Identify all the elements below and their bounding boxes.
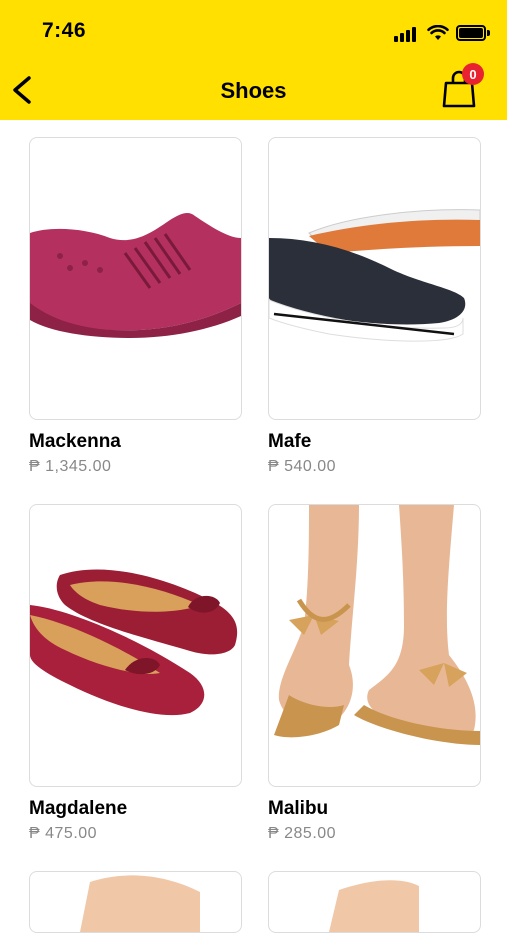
cart-count-badge: 0 <box>462 63 484 85</box>
product-card-magdalene[interactable] <box>29 504 242 787</box>
signal-icon <box>394 26 418 42</box>
product-image <box>274 505 480 745</box>
product-name[interactable]: Mackenna <box>29 431 121 453</box>
status-time: 7:46 <box>42 19 87 42</box>
product-image <box>329 880 419 932</box>
product-name[interactable]: Magdalene <box>29 798 127 820</box>
product-image <box>80 875 200 932</box>
battery-icon <box>456 25 490 41</box>
product-card-partial[interactable] <box>268 871 481 933</box>
product-price: ₱ 540.00 <box>268 458 337 475</box>
product-price: ₱ 285.00 <box>268 825 337 842</box>
product-card-malibu[interactable] <box>268 504 481 787</box>
product-name[interactable]: Mafe <box>268 431 311 453</box>
product-image <box>269 209 480 342</box>
product-image <box>30 213 241 338</box>
product-name[interactable]: Malibu <box>268 798 328 820</box>
product-card-partial[interactable] <box>29 871 242 933</box>
product-card-mafe[interactable] <box>268 137 481 420</box>
wifi-icon <box>427 25 449 40</box>
app-header: 7:46 Shoes 0 <box>0 0 507 120</box>
product-card-mackenna[interactable] <box>29 137 242 420</box>
page-title: Shoes <box>220 78 287 103</box>
product-price: ₱ 475.00 <box>29 825 98 842</box>
product-image <box>30 569 238 716</box>
product-price: ₱ 1,345.00 <box>29 458 112 475</box>
